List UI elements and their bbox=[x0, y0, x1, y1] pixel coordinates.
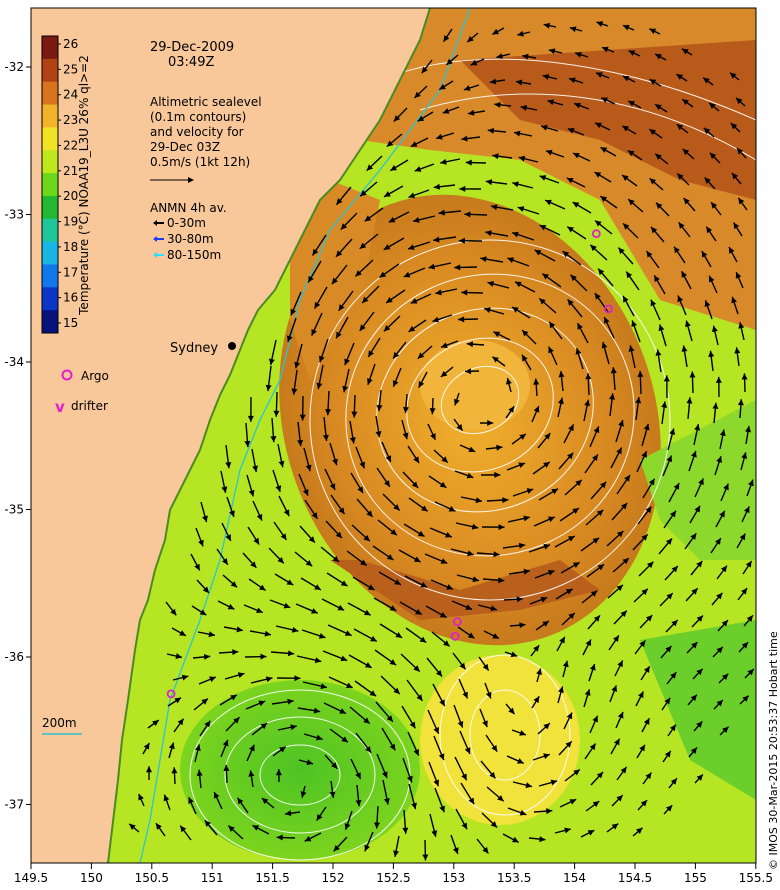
sydney-marker bbox=[228, 342, 236, 350]
y-tick-label: -34 bbox=[4, 355, 24, 369]
altimetry-line-2: (0.1m contours) bbox=[150, 110, 246, 124]
colorbar-segment bbox=[42, 81, 58, 106]
anmn-title: ANMN 4h av. bbox=[150, 201, 227, 215]
y-tick-label: -32 bbox=[4, 60, 24, 74]
sst-map-figure: 149.5 150 150.5 151 151.5 152 152.5 153 153.5 154… bbox=[4, 7, 780, 885]
colorbar-segment bbox=[42, 264, 58, 288]
x-tick-label: 155 bbox=[684, 871, 707, 885]
altimetry-line-3: and velocity for bbox=[150, 125, 244, 139]
colorbar-tick-label: 23 bbox=[63, 113, 78, 127]
colorbar-segment bbox=[42, 127, 58, 151]
anmn-entry-label: 0-30m bbox=[167, 216, 206, 230]
x-tick-label: 153.5 bbox=[497, 871, 531, 885]
colorbar-tick-label: 18 bbox=[63, 240, 78, 254]
drifter-legend-label: drifter bbox=[71, 399, 108, 413]
colorbar-segment bbox=[42, 104, 58, 128]
colorbar-segment bbox=[42, 287, 58, 311]
x-tick-label: 150 bbox=[80, 871, 103, 885]
eddy-center bbox=[420, 340, 530, 430]
colorbar-tick-label: 20 bbox=[63, 189, 78, 203]
y-tick-label: -36 bbox=[4, 650, 24, 664]
colorbar-tick-label: 17 bbox=[63, 265, 78, 279]
x-tick-label: 153 bbox=[442, 871, 465, 885]
x-tick-label: 154 bbox=[563, 871, 586, 885]
colorbar-segment bbox=[42, 195, 58, 220]
isobath-legend-label: 200m bbox=[42, 716, 77, 730]
sydney-label: Sydney bbox=[170, 341, 218, 356]
credit-text: © IMOS 30-Mar-2015 20:53:37 Hobart time bbox=[767, 631, 780, 870]
date-label: 29-Dec-2009 bbox=[150, 40, 234, 55]
x-tick-label: 155.5 bbox=[739, 871, 773, 885]
colorbar-segment bbox=[42, 58, 58, 83]
time-label: 03:49Z bbox=[168, 55, 214, 70]
x-tick-label: 151 bbox=[201, 871, 224, 885]
colorbar-segment bbox=[42, 36, 58, 60]
colorbar-segment bbox=[42, 173, 58, 197]
colorbar-tick-label: 16 bbox=[63, 291, 78, 305]
x-tick-label: 150.5 bbox=[135, 871, 169, 885]
map-plot-area bbox=[31, 8, 756, 863]
x-tick-label: 149.5 bbox=[14, 871, 48, 885]
y-tick-label: -35 bbox=[4, 503, 24, 517]
x-tick-label: 154.5 bbox=[618, 871, 652, 885]
colorbar-tick-label: 19 bbox=[63, 215, 78, 229]
altimetry-line-4: 29-Dec 03Z bbox=[150, 140, 220, 154]
colorbar-tick-label: 26 bbox=[63, 37, 78, 51]
colorbar-segment bbox=[42, 218, 58, 243]
y-axis: -32 -33 -34 -35 -36 -37 bbox=[4, 60, 31, 812]
colorbar-tick-label: 21 bbox=[63, 164, 78, 178]
x-tick-label: 152.5 bbox=[376, 871, 410, 885]
colorbar-tick-label: 24 bbox=[63, 88, 78, 102]
argo-legend-label: Argo bbox=[81, 369, 109, 383]
colorbar-tick-label: 15 bbox=[63, 316, 78, 330]
colorbar-label: Temperature (°C) NOAA19_L3U 26% ql>=2 bbox=[77, 55, 91, 316]
colorbar-tick-label: 22 bbox=[63, 138, 78, 152]
colorbar-segment bbox=[42, 310, 58, 334]
drifter-legend-icon: v bbox=[55, 398, 65, 416]
y-tick-label: -37 bbox=[4, 798, 24, 812]
altimetry-line-1: Altimetric sealevel bbox=[150, 95, 262, 109]
colorbar-segment bbox=[42, 241, 58, 265]
colorbar-tick-label: 25 bbox=[63, 62, 78, 76]
x-axis: 149.5 150 150.5 151 151.5 152 152.5 153 153.5 154… bbox=[14, 863, 773, 885]
x-tick-label: 152 bbox=[322, 871, 345, 885]
x-tick-label: 151.5 bbox=[255, 871, 289, 885]
anmn-entry-label: 80-150m bbox=[167, 248, 221, 262]
anmn-entry-label: 30-80m bbox=[167, 232, 214, 246]
y-tick-label: -33 bbox=[4, 208, 24, 222]
altimetry-line-5: 0.5m/s (1kt 12h) bbox=[150, 155, 250, 169]
colorbar-segment bbox=[42, 150, 58, 174]
